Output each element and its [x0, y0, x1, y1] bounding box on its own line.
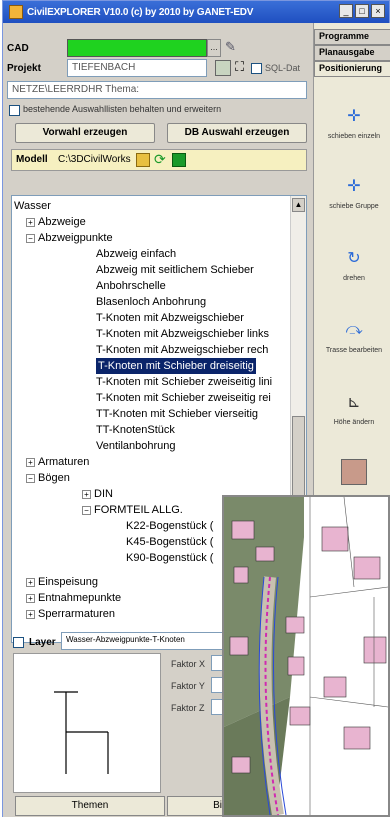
tab-planausgabe[interactable]: Planausgabe [314, 45, 390, 61]
binoculars-icon[interactable]: ⛶ [235, 59, 244, 75]
tree-leaf[interactable]: Ventilanbohrung [96, 438, 176, 454]
route-edit-icon: ⤼ [345, 321, 363, 338]
tree-leaf[interactable]: Abzweig einfach [96, 246, 176, 262]
pen-icon[interactable]: ✎ [225, 39, 243, 57]
minimize-button[interactable]: _ [339, 4, 353, 18]
layer-label: Layer [29, 637, 56, 648]
tree-node[interactable]: + DIN [82, 486, 113, 502]
title-bar[interactable]: CivilEXPLORER V10.0 (c) by 2010 by GANET… [3, 1, 389, 23]
tree-node[interactable]: − Bögen [26, 470, 70, 486]
tree-leaf[interactable]: K22-Bogenstück ( [126, 518, 213, 534]
thema-field[interactable]: NETZE\LEERRDHR Thema: [7, 81, 307, 99]
tab-themen[interactable]: Themen [15, 796, 165, 816]
faktor-z-label: Faktor Z [171, 703, 205, 713]
close-button[interactable]: × [371, 4, 385, 18]
tree-leaf[interactable]: K45-Bogenstück ( [126, 534, 213, 550]
tree-node[interactable]: + Entnahmepunkte [26, 590, 121, 606]
rotate-icon: ↻ [347, 250, 361, 267]
tree-leaf[interactable]: T-Knoten mit Abzweigschieber rech [96, 342, 268, 358]
tree-leaf-selected[interactable]: T-Knoten mit Schieber dreiseitig [96, 358, 256, 374]
projekt-field[interactable]: TIEFENBACH [67, 59, 207, 77]
scroll-up-arrow[interactable]: ▲ [292, 198, 305, 212]
t-knoten-symbol-icon [54, 691, 109, 774]
map-image [224, 497, 388, 815]
tree-node[interactable]: − FORMTEIL ALLG. [82, 502, 183, 518]
faktor-y-label: Faktor Y [171, 681, 205, 691]
db-auswahl-button[interactable]: DB Auswahl erzeugen [167, 123, 307, 143]
expand-icon[interactable]: + [26, 594, 35, 603]
tool-trasse-bearbeiten[interactable]: ⤼ Trasse bearbeiten [318, 317, 390, 354]
tree-leaf[interactable]: T-Knoten mit Abzweigschieber links [96, 326, 269, 342]
cad-browse-button[interactable]: … [207, 39, 221, 57]
maximize-button[interactable]: □ [355, 4, 369, 18]
keep-lists-checkbox[interactable] [9, 105, 20, 116]
tree-node[interactable]: + Sperrarmaturen [26, 606, 115, 622]
modell-path: C:\3DCivilWorks [58, 154, 131, 165]
map-preview[interactable] [222, 495, 390, 817]
expand-icon[interactable]: + [26, 578, 35, 587]
tool-label: drehen [343, 275, 365, 282]
tool-label: Trasse bearbeiten [325, 347, 383, 354]
tree-node[interactable]: − Abzweigpunkte [26, 230, 113, 246]
tree-leaf[interactable]: Abzweig mit seitlichem Schieber [96, 262, 254, 278]
faktor-x-label: Faktor X [171, 659, 206, 669]
expand-icon[interactable]: + [26, 458, 35, 467]
sql-label: SQL-Dat [265, 63, 301, 73]
image-icon [341, 459, 367, 485]
collapse-icon[interactable]: − [82, 506, 91, 515]
move-group-icon: ✛ [347, 178, 361, 195]
tree-leaf[interactable]: T-Knoten mit Schieber zweiseitig lini [96, 374, 272, 390]
collapse-icon[interactable]: − [26, 234, 35, 243]
tree-node[interactable]: + Armaturen [26, 454, 89, 470]
modell-label: Modell [16, 154, 48, 165]
expand-icon[interactable]: + [82, 490, 91, 499]
tool-hoehe-aendern[interactable]: ⊾ Höhe ändern [318, 389, 390, 426]
tab-programme[interactable]: Programme [314, 29, 390, 45]
refresh-icon[interactable]: ⟳ [154, 151, 166, 168]
layer-checkbox[interactable] [13, 637, 24, 648]
expand-icon[interactable]: + [26, 610, 35, 619]
tree-node[interactable]: + Einspeisung [26, 574, 98, 590]
tab-positionierung[interactable]: Positionierung [314, 61, 390, 77]
green-box-icon[interactable] [172, 153, 186, 167]
tree-leaf[interactable]: T-Knoten mit Abzweigschieber [96, 310, 244, 326]
window-title: CivilEXPLORER V10.0 (c) by 2010 by GANET… [27, 6, 254, 18]
projekt-label: Projekt [7, 63, 41, 74]
modell-bar: Modell C:\3DCivilWorks ⟳ [11, 149, 307, 171]
tool-image[interactable] [318, 459, 390, 489]
tool-label: schiebe Gruppe [329, 203, 379, 210]
app-icon [9, 5, 23, 19]
collapse-icon[interactable]: − [26, 474, 35, 483]
cad-field[interactable] [67, 39, 207, 57]
tree-leaf[interactable]: TT-Knoten mit Schieber vierseitig [96, 406, 258, 422]
tool-label: Höhe ändern [333, 419, 375, 426]
tree-leaf[interactable]: TT-KnotenStück [96, 422, 175, 438]
move-single-icon: ✛ [347, 108, 361, 125]
folder-icon[interactable] [136, 153, 150, 167]
cad-label: CAD [7, 43, 29, 54]
sql-checkbox[interactable] [251, 63, 262, 74]
tree-leaf[interactable]: Blasenloch Anbohrung [96, 294, 206, 310]
tool-drehen[interactable]: ↻ drehen [318, 245, 390, 282]
keep-lists-label: bestehende Auswahllisten behalten und er… [23, 104, 222, 114]
tool-schiebe-gruppe[interactable]: ✛ schiebe Gruppe [318, 173, 390, 210]
tree-leaf[interactable]: K90-Bogenstück ( [126, 550, 213, 566]
tab-bi[interactable]: Bi [167, 796, 227, 816]
layer-field[interactable]: Wasser-Abzweigpunkte-T-Knoten [61, 632, 229, 650]
grid-icon[interactable] [215, 60, 231, 76]
tree-node[interactable]: Wasser [14, 198, 51, 214]
tool-schieben-einzeln[interactable]: ✛ schieben einzeln [318, 103, 390, 140]
height-icon: ⊾ [347, 394, 361, 411]
vorwahl-button[interactable]: Vorwahl erzeugen [15, 123, 155, 143]
tool-label: schieben einzeln [327, 133, 381, 140]
expand-icon[interactable]: + [26, 218, 35, 227]
tree-leaf[interactable]: T-Knoten mit Schieber zweiseitig rei [96, 390, 271, 406]
tree-node[interactable]: + Abzweige [26, 214, 86, 230]
tree-leaf[interactable]: Anbohrschelle [96, 278, 166, 294]
symbol-preview [13, 653, 161, 793]
